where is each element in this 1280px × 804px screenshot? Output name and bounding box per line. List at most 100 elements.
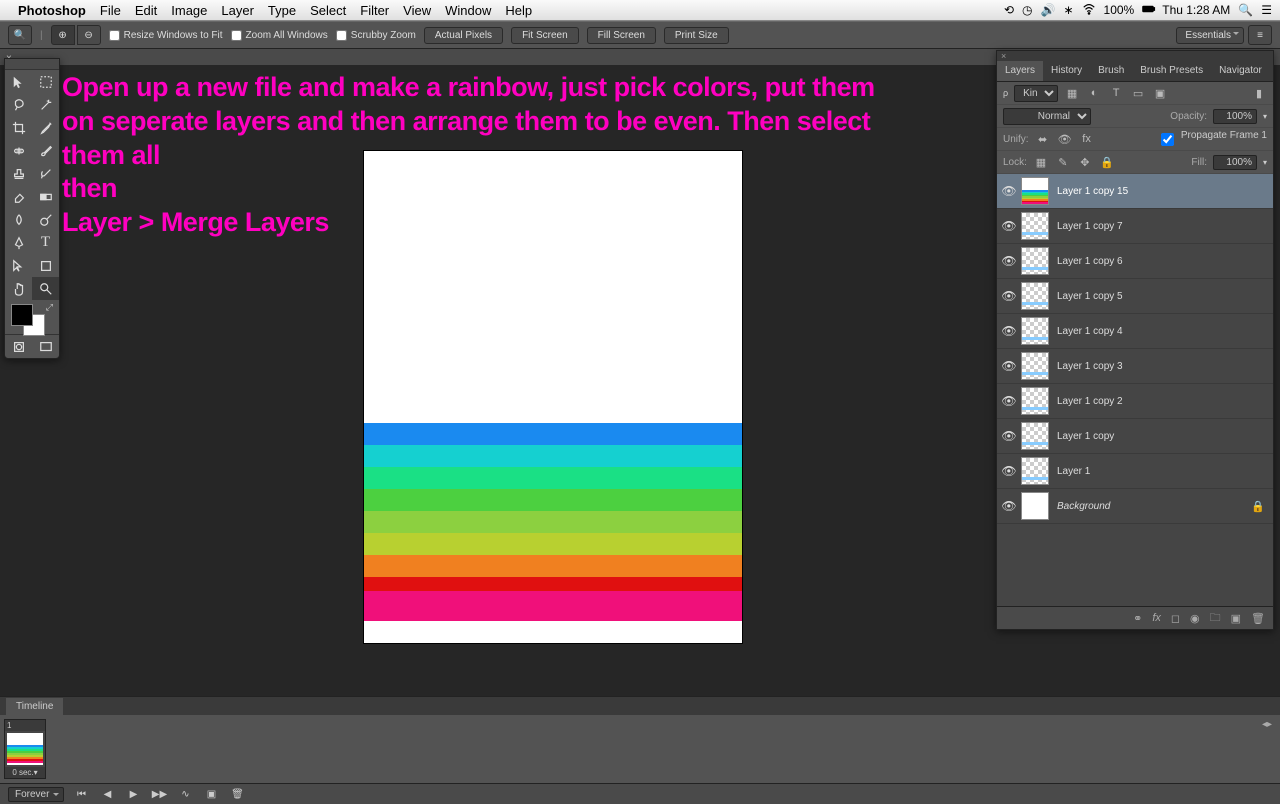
scrubby-zoom-checkbox[interactable]: Scrubby Zoom <box>336 30 416 41</box>
actual-pixels-button[interactable]: Actual Pixels <box>424 27 503 44</box>
foreground-color[interactable] <box>11 304 33 326</box>
visibility-icon[interactable]: 👁 <box>997 289 1021 303</box>
color-swatches[interactable]: ⤢ <box>5 300 59 334</box>
layer-thumbnail[interactable] <box>1021 317 1049 345</box>
frame-duration[interactable]: 0 sec.▾ <box>5 767 45 778</box>
layer-row[interactable]: 👁Layer 1 <box>997 454 1273 489</box>
layer-row[interactable]: 👁Layer 1 copy 3 <box>997 349 1273 384</box>
layer-row[interactable]: 👁Layer 1 copy 7 <box>997 209 1273 244</box>
panel-close-icon[interactable]: × <box>997 51 1273 61</box>
notification-icon[interactable]: ☰ <box>1261 3 1272 17</box>
menu-select[interactable]: Select <box>310 3 346 18</box>
blend-mode-select[interactable]: Normal <box>1003 108 1091 125</box>
brush-tool[interactable] <box>32 139 59 162</box>
heal-tool[interactable] <box>5 139 32 162</box>
layer-row[interactable]: 👁Layer 1 copy 15 <box>997 174 1273 209</box>
layer-thumbnail[interactable] <box>1021 422 1049 450</box>
wifi-icon[interactable] <box>1082 2 1096 19</box>
eraser-tool[interactable] <box>5 185 32 208</box>
menu-layer[interactable]: Layer <box>221 3 254 18</box>
layer-row[interactable]: 👁Layer 1 copy <box>997 419 1273 454</box>
visibility-icon[interactable]: 👁 <box>997 394 1021 408</box>
prev-frame-button[interactable]: ◀ <box>98 787 116 801</box>
filter-toggle-icon[interactable]: ▮ <box>1251 85 1267 101</box>
toolbox-grip[interactable] <box>5 59 59 70</box>
unify-position-icon[interactable]: ⬌ <box>1035 131 1051 147</box>
menu-window[interactable]: Window <box>445 3 491 18</box>
fit-screen-button[interactable]: Fit Screen <box>511 27 579 44</box>
opacity-field[interactable]: 100% <box>1213 109 1257 124</box>
menu-filter[interactable]: Filter <box>360 3 389 18</box>
tab-history[interactable]: History <box>1043 61 1090 81</box>
fill-screen-button[interactable]: Fill Screen <box>587 27 656 44</box>
layer-thumbnail[interactable] <box>1021 457 1049 485</box>
filter-type-icon[interactable]: T <box>1108 85 1124 101</box>
new-frame-button[interactable]: ▣ <box>202 787 220 801</box>
canvas[interactable] <box>364 151 742 643</box>
menu-image[interactable]: Image <box>171 3 207 18</box>
shape-tool[interactable] <box>32 254 59 277</box>
zoom-all-checkbox[interactable]: Zoom All Windows <box>231 30 328 41</box>
layer-thumbnail[interactable] <box>1021 177 1049 205</box>
zoom-tool[interactable] <box>32 277 59 300</box>
menu-help[interactable]: Help <box>505 3 532 18</box>
layer-row[interactable]: 👁Layer 1 copy 4 <box>997 314 1273 349</box>
tween-button[interactable]: ∿ <box>176 787 194 801</box>
layer-thumbnail[interactable] <box>1021 282 1049 310</box>
volume-icon[interactable]: 🔊 <box>1041 3 1056 17</box>
filter-adjust-icon[interactable]: ◐ <box>1086 85 1102 101</box>
tab-brush[interactable]: Brush <box>1090 61 1132 81</box>
lock-all-icon[interactable]: 🔒 <box>1099 154 1115 170</box>
timeline-tab[interactable]: Timeline <box>0 697 1280 715</box>
zoom-mode-toggle[interactable]: ⊕⊖ <box>51 25 101 45</box>
new-layer-icon[interactable]: ▣ <box>1231 612 1241 625</box>
tab-navigator[interactable]: Navigator <box>1211 61 1270 81</box>
mask-icon[interactable]: ◻ <box>1171 612 1180 625</box>
play-button[interactable]: ▶ <box>124 787 142 801</box>
hand-tool[interactable] <box>5 277 32 300</box>
wand-tool[interactable] <box>32 93 59 116</box>
quickmask-icon[interactable] <box>5 335 32 358</box>
adjustment-icon[interactable]: ◉ <box>1190 612 1200 625</box>
blur-tool[interactable] <box>5 208 32 231</box>
layer-thumbnail[interactable] <box>1021 247 1049 275</box>
tab-layers[interactable]: Layers <box>997 61 1043 81</box>
first-frame-button[interactable]: ⏮ <box>72 787 90 801</box>
fill-field[interactable]: 100% <box>1213 155 1257 170</box>
layer-row[interactable]: 👁Background🔒 <box>997 489 1273 524</box>
next-frame-button[interactable]: ▶▶ <box>150 787 168 801</box>
visibility-icon[interactable]: 👁 <box>997 324 1021 338</box>
gradient-tool[interactable] <box>32 185 59 208</box>
layer-thumbnail[interactable] <box>1021 492 1049 520</box>
dodge-tool[interactable] <box>32 208 59 231</box>
menu-view[interactable]: View <box>403 3 431 18</box>
timeline-collapse-icon[interactable]: ◂▸ <box>1262 719 1272 730</box>
timemachine-icon[interactable]: ◷ <box>1022 3 1032 17</box>
lock-pos-icon[interactable]: ✥ <box>1077 154 1093 170</box>
pen-tool[interactable] <box>5 231 32 254</box>
unify-style-icon[interactable]: fx <box>1079 131 1095 147</box>
layer-row[interactable]: 👁Layer 1 copy 5 <box>997 279 1273 314</box>
tab-brush-presets[interactable]: Brush Presets <box>1132 61 1211 81</box>
visibility-icon[interactable]: 👁 <box>997 464 1021 478</box>
stamp-tool[interactable] <box>5 162 32 185</box>
visibility-icon[interactable]: 👁 <box>997 219 1021 233</box>
layer-row[interactable]: 👁Layer 1 copy 6 <box>997 244 1273 279</box>
lasso-tool[interactable] <box>5 93 32 116</box>
lock-trans-icon[interactable]: ▦ <box>1033 154 1049 170</box>
filter-kind-select[interactable]: Kind <box>1014 85 1058 102</box>
print-size-button[interactable]: Print Size <box>664 27 729 44</box>
visibility-icon[interactable]: 👁 <box>997 184 1021 198</box>
type-tool[interactable]: T <box>32 231 59 254</box>
delete-frame-button[interactable]: 🗑 <box>228 787 246 801</box>
bluetooth-icon[interactable]: ∗ <box>1063 3 1073 17</box>
filter-smart-icon[interactable]: ▣ <box>1152 85 1168 101</box>
visibility-icon[interactable]: 👁 <box>997 499 1021 513</box>
filter-pixel-icon[interactable]: ▦ <box>1064 85 1080 101</box>
layer-row[interactable]: 👁Layer 1 copy 2 <box>997 384 1273 419</box>
zoom-out-icon[interactable]: ⊖ <box>77 25 101 45</box>
menu-type[interactable]: Type <box>268 3 296 18</box>
lock-paint-icon[interactable]: ✎ <box>1055 154 1071 170</box>
link-layers-icon[interactable]: ⚭ <box>1133 612 1142 625</box>
delete-layer-icon[interactable]: 🗑 <box>1251 612 1265 625</box>
